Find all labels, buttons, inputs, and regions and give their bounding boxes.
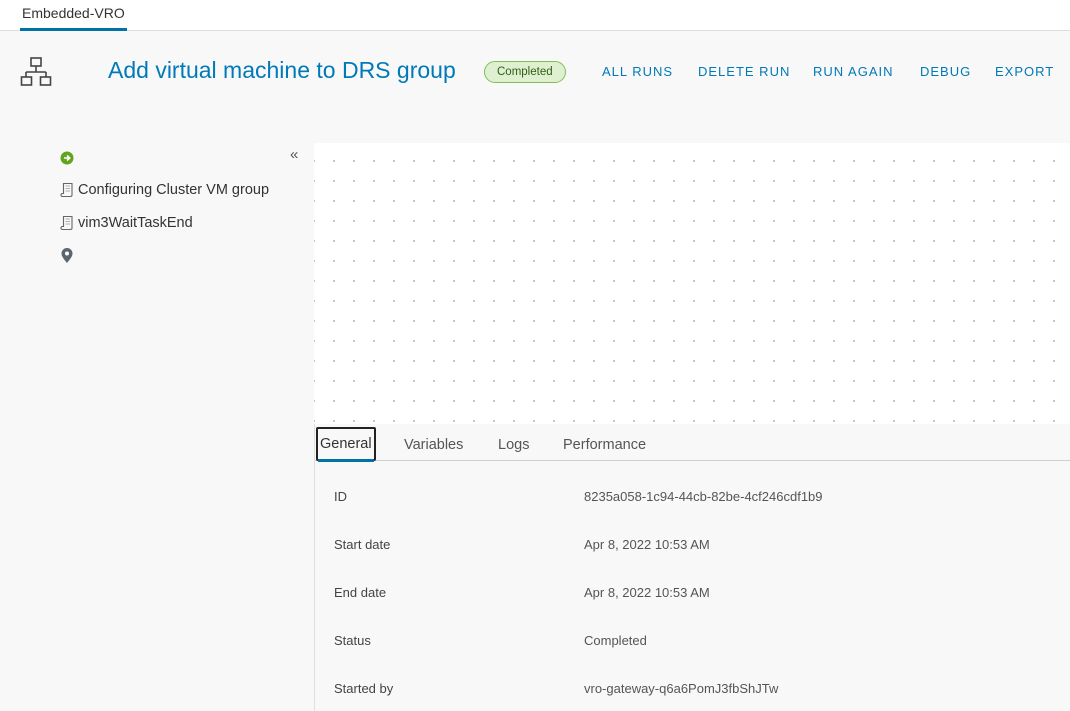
start-date-label: Start date	[334, 537, 391, 552]
started-by-label: Started by	[334, 681, 394, 696]
double-chevron-left-icon[interactable]: «	[290, 146, 298, 163]
workflow-canvas[interactable]	[314, 143, 1070, 424]
end-date-label: End date	[334, 585, 387, 600]
start-date-value: Apr 8, 2022 10:53 AM	[584, 537, 710, 552]
all-runs-button[interactable]: ALL RUNS	[602, 64, 673, 79]
top-tabbar: Embedded-VRO	[0, 0, 1070, 31]
tree-node-label: vim3WaitTaskEnd	[78, 215, 193, 231]
id-value: 8235a058-1c94-44cb-82be-4cf246cdf1b9	[584, 489, 823, 504]
run-details-panel: General Variables Logs Performance ID 82…	[314, 424, 1070, 711]
tab-general[interactable]: General	[316, 427, 376, 462]
delete-run-button[interactable]: DELETE RUN	[698, 64, 790, 79]
status-label: Status	[334, 633, 371, 648]
end-date-value: Apr 8, 2022 10:53 AM	[584, 585, 710, 600]
export-button[interactable]: EXPORT	[995, 64, 1054, 79]
id-label: ID	[334, 489, 347, 504]
tab-variables[interactable]: Variables	[404, 428, 463, 460]
map-pin-icon	[61, 248, 73, 263]
start-icon	[60, 151, 74, 165]
tree-node-start[interactable]	[60, 151, 74, 165]
debug-button[interactable]: DEBUG	[920, 64, 971, 79]
scroll-icon	[60, 182, 73, 198]
tree-node-label: Configuring Cluster VM group	[78, 182, 270, 198]
run-again-button[interactable]: RUN AGAIN	[813, 64, 894, 79]
status-badge: Completed	[484, 61, 566, 83]
status-value: Completed	[584, 633, 647, 648]
page-title: Add virtual machine to DRS group	[108, 57, 456, 83]
scroll-icon	[60, 215, 73, 231]
tree-node-vim3waittaskend[interactable]: vim3WaitTaskEnd	[60, 215, 193, 231]
tree-node-configuring-cluster-vm-group[interactable]: Configuring Cluster VM group	[60, 182, 269, 198]
details-tabs: General Variables Logs Performance	[315, 424, 1070, 462]
tab-logs[interactable]: Logs	[498, 428, 529, 460]
tab-performance[interactable]: Performance	[563, 428, 646, 460]
tree-node-end[interactable]	[60, 248, 74, 264]
tab-embedded-vro[interactable]: Embedded-VRO	[20, 0, 127, 31]
workflow-diagram-icon	[20, 57, 52, 86]
started-by-value: vro-gateway-q6a6PomJ3fbShJTw	[584, 681, 779, 696]
